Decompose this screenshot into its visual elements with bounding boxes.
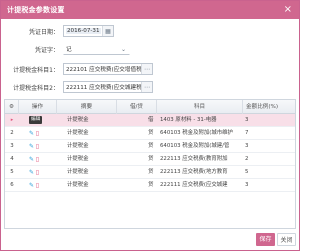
ellipsis-icon[interactable]: ⋯ bbox=[141, 64, 152, 74]
chevron-down-icon[interactable]: ⌄ bbox=[118, 44, 129, 54]
row-actions: ✎ ▯ bbox=[29, 166, 57, 179]
voucher-date-value: 2016-07-31 bbox=[66, 28, 101, 34]
delete-icon[interactable]: ▯ bbox=[36, 169, 39, 176]
parameter-form: 凭证日期： 2016-07-31 ▦ 凭证字： 记 ⌄ 计提税金科目1： 222… bbox=[1, 19, 301, 99]
col-header-debit-credit: 借/贷 bbox=[117, 100, 157, 114]
row-account[interactable]: 1403 原材料 - 31-电器 bbox=[160, 114, 242, 127]
tax-account-1-row: 计提税金科目1： 222101 应交税费(应交增值税 ⋯ bbox=[1, 62, 153, 76]
delete-icon[interactable]: ▯ bbox=[36, 156, 39, 163]
settings-icon[interactable]: ⚙ bbox=[5, 100, 19, 114]
tax-parameter-dialog: 计提税金参数设置 × 凭证日期： 2016-07-31 ▦ 凭证字： 记 ⌄ 计… bbox=[0, 0, 300, 251]
row-rate[interactable]: 7 bbox=[245, 127, 285, 140]
tax-account-1-label: 计提税金科目1： bbox=[13, 66, 59, 74]
voucher-date-label: 凭证日期： bbox=[28, 28, 59, 36]
row-actions: ✎ ▯ bbox=[29, 140, 57, 153]
row-account[interactable]: 222111 应交税费(应交城建 bbox=[160, 179, 242, 192]
row-summary[interactable]: 计提税金 bbox=[67, 127, 117, 140]
save-button[interactable]: 保存 bbox=[256, 233, 275, 246]
table-row[interactable]: 2 ✎ ▯ 计提税金 贷 640103 税金及附加(城市维护 7 bbox=[5, 127, 295, 140]
row-rate[interactable]: 2 bbox=[245, 153, 285, 166]
voucher-date-row: 凭证日期： 2016-07-31 ▦ bbox=[1, 24, 114, 38]
table-row[interactable]: 4 ✎ ▯ 计提税金 贷 222113 应交税费(教育附加 2 bbox=[5, 153, 295, 166]
edit-tooltip: 编辑 bbox=[29, 115, 43, 124]
tax-rate-grid: ⚙ 操作 摘要 借/贷 科目 金额比例(%) ▸ 编辑 计提税金 借 1403 … bbox=[4, 99, 296, 229]
delete-icon[interactable]: ▯ bbox=[36, 130, 39, 137]
current-row-arrow-icon: ▸ bbox=[10, 117, 14, 123]
row-number: 6 bbox=[10, 182, 14, 188]
edit-icon[interactable]: ✎ bbox=[29, 156, 34, 163]
tax-account-1-value: 222101 应交税费(应交增值税 bbox=[66, 67, 142, 73]
dialog-footer: 保存 关闭 bbox=[1, 229, 301, 252]
edit-icon[interactable]: ✎ bbox=[29, 169, 34, 176]
close-button[interactable]: 关闭 bbox=[277, 233, 296, 246]
row-debit-credit[interactable]: 贷 bbox=[148, 140, 158, 153]
row-debit-credit[interactable]: 借 bbox=[148, 114, 158, 127]
row-summary[interactable]: 计提税金 bbox=[67, 153, 117, 166]
voucher-word-select[interactable]: 记 ⌄ bbox=[63, 43, 130, 55]
dialog-titlebar: 计提税金参数设置 × bbox=[1, 1, 299, 19]
row-debit-credit[interactable]: 贷 bbox=[148, 166, 158, 179]
voucher-word-label: 凭证字： bbox=[34, 46, 59, 54]
row-number: 3 bbox=[10, 143, 14, 149]
row-account[interactable]: 222113 应交税费(地方教育 bbox=[160, 166, 242, 179]
edit-icon[interactable]: ✎ bbox=[29, 143, 34, 150]
row-account[interactable]: 222113 应交税费(教育附加 bbox=[160, 153, 242, 166]
edit-icon[interactable]: ✎ bbox=[29, 130, 34, 137]
tax-account-1-field[interactable]: 222101 应交税费(应交增值税 ⋯ bbox=[63, 63, 153, 75]
close-icon[interactable]: × bbox=[284, 4, 292, 16]
delete-icon[interactable]: ▯ bbox=[36, 182, 39, 189]
row-actions: ✎ ▯ bbox=[29, 153, 57, 166]
table-row[interactable]: 3 ✎ ▯ 计提税金 贷 640103 税金及附加(城建/管 3 bbox=[5, 140, 295, 153]
row-rate[interactable]: 3 bbox=[245, 114, 285, 127]
row-number: 5 bbox=[10, 169, 14, 175]
voucher-word-value: 记 bbox=[66, 47, 72, 53]
row-actions: 编辑 bbox=[29, 114, 57, 127]
tax-account-2-row: 计提税金科目2： 222111 应交税费(应交城建税 ⋯ bbox=[1, 80, 153, 94]
row-debit-credit[interactable]: 贷 bbox=[148, 153, 158, 166]
row-summary[interactable]: 计提税金 bbox=[67, 179, 117, 192]
col-header-action: 操作 bbox=[19, 100, 57, 114]
row-actions: ✎ ▯ bbox=[29, 127, 57, 140]
calendar-icon[interactable]: ▦ bbox=[102, 26, 113, 36]
ellipsis-icon[interactable]: ⋯ bbox=[141, 82, 152, 92]
row-summary[interactable]: 计提税金 bbox=[67, 140, 117, 153]
col-header-account: 科目 bbox=[157, 100, 243, 114]
tax-account-2-label: 计提税金科目2： bbox=[13, 84, 59, 92]
table-row[interactable]: ▸ 编辑 计提税金 借 1403 原材料 - 31-电器 3 bbox=[5, 114, 295, 127]
row-rate[interactable]: 3 bbox=[245, 140, 285, 153]
dialog-title: 计提税金参数设置 bbox=[7, 6, 65, 14]
tax-account-2-field[interactable]: 222111 应交税费(应交城建税 ⋯ bbox=[63, 81, 153, 93]
voucher-date-field[interactable]: 2016-07-31 ▦ bbox=[63, 25, 114, 37]
grid-header: ⚙ 操作 摘要 借/贷 科目 金额比例(%) bbox=[5, 100, 295, 114]
row-summary[interactable]: 计提税金 bbox=[67, 166, 117, 179]
row-debit-credit[interactable]: 贷 bbox=[148, 127, 158, 140]
row-account[interactable]: 640103 税金及附加(城市维护 bbox=[160, 127, 242, 140]
col-header-summary: 摘要 bbox=[57, 100, 117, 114]
row-rate[interactable]: 3 bbox=[245, 179, 285, 192]
row-summary[interactable]: 计提税金 bbox=[67, 114, 117, 127]
row-account[interactable]: 640103 税金及附加(城建/管 bbox=[160, 140, 242, 153]
table-row[interactable]: 6 ✎ ▯ 计提税金 贷 222111 应交税费(应交城建 3 bbox=[5, 179, 295, 192]
table-row[interactable]: 5 ✎ ▯ 计提税金 贷 222113 应交税费(地方教育 5 bbox=[5, 166, 295, 179]
voucher-word-row: 凭证字： 记 ⌄ bbox=[1, 42, 130, 56]
edit-icon[interactable]: ✎ bbox=[29, 182, 34, 189]
row-actions: ✎ ▯ bbox=[29, 179, 57, 192]
row-debit-credit[interactable]: 贷 bbox=[148, 179, 158, 192]
col-header-rate: 金额比例(%) bbox=[246, 104, 279, 110]
tax-account-2-value: 222111 应交税费(应交城建税 bbox=[66, 85, 142, 91]
delete-icon[interactable]: ▯ bbox=[36, 143, 39, 150]
row-number: 2 bbox=[10, 130, 14, 136]
row-rate[interactable]: 5 bbox=[245, 166, 285, 179]
row-number: 4 bbox=[10, 156, 14, 162]
